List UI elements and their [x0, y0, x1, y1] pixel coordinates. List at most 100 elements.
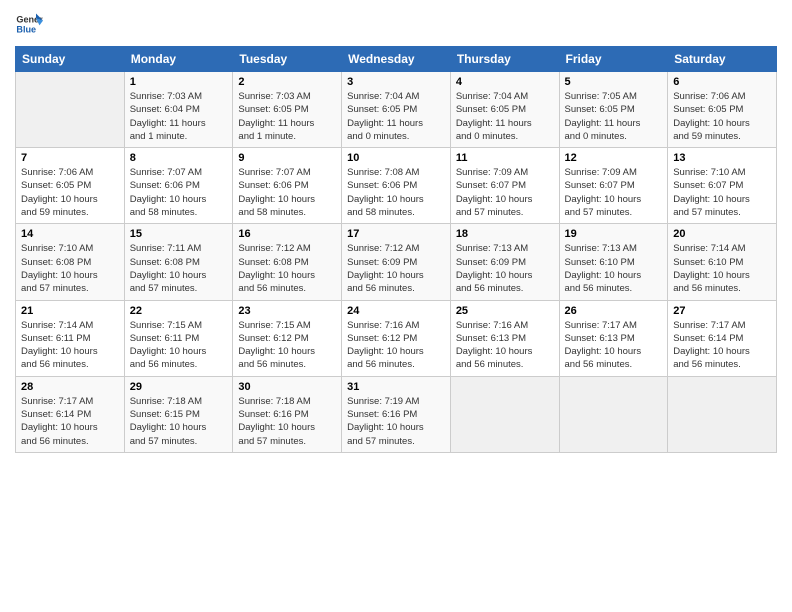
day-detail: Sunrise: 7:12 AMSunset: 6:09 PMDaylight:…	[347, 242, 445, 295]
day-number: 15	[130, 228, 228, 240]
day-number: 10	[347, 152, 445, 164]
calendar-cell: 14Sunrise: 7:10 AMSunset: 6:08 PMDayligh…	[16, 224, 125, 300]
day-number: 20	[673, 228, 771, 240]
day-detail: Sunrise: 7:13 AMSunset: 6:09 PMDaylight:…	[456, 242, 554, 295]
calendar-cell: 21Sunrise: 7:14 AMSunset: 6:11 PMDayligh…	[16, 300, 125, 376]
day-number: 5	[565, 76, 663, 88]
day-detail: Sunrise: 7:15 AMSunset: 6:11 PMDaylight:…	[130, 319, 228, 372]
calendar-cell: 29 Sunrise: 7:18 AMSunset: 6:15 PMDayligh…	[124, 376, 233, 452]
calendar-cell	[559, 376, 668, 452]
week-row-4: 21Sunrise: 7:14 AMSunset: 6:11 PMDayligh…	[16, 300, 777, 376]
calendar-cell: 1Sunrise: 7:03 AMSunset: 6:04 PMDaylight…	[124, 72, 233, 148]
day-number: 22	[130, 305, 228, 317]
calendar-cell: 20 Sunrise: 7:14 AMSunset: 6:10 PMDayligh…	[668, 224, 777, 300]
day-detail: Sunrise: 7:03 AMSunset: 6:05 PMDaylight:…	[238, 90, 336, 143]
day-number: 21	[21, 305, 119, 317]
calendar-cell: 30 Sunrise: 7:18 AMSunset: 6:16 PMDayligh…	[233, 376, 342, 452]
day-detail: Sunrise: 7:15 AMSunset: 6:12 PMDaylight:…	[238, 319, 336, 372]
calendar-cell: 23 Sunrise: 7:15 AMSunset: 6:12 PMDayligh…	[233, 300, 342, 376]
calendar-cell: 27Sunrise: 7:17 AMSunset: 6:14 PMDayligh…	[668, 300, 777, 376]
day-detail: Sunrise: 7:18 AMSunset: 6:16 PMDaylight:…	[238, 395, 336, 448]
calendar-cell: 12 Sunrise: 7:09 AMSunset: 6:07 PMDayligh…	[559, 148, 668, 224]
day-detail: Sunrise: 7:13 AMSunset: 6:10 PMDaylight:…	[565, 242, 663, 295]
day-header-monday: Monday	[124, 47, 233, 72]
calendar-table: SundayMondayTuesdayWednesdayThursdayFrid…	[15, 46, 777, 453]
day-detail: Sunrise: 7:10 AMSunset: 6:07 PMDaylight:…	[673, 166, 771, 219]
calendar-cell: 28 Sunrise: 7:17 AMSunset: 6:14 PMDayligh…	[16, 376, 125, 452]
day-detail: Sunrise: 7:16 AMSunset: 6:13 PMDaylight:…	[456, 319, 554, 372]
calendar-cell: 31Sunrise: 7:19 AMSunset: 6:16 PMDayligh…	[342, 376, 451, 452]
day-number: 23	[238, 305, 336, 317]
calendar-cell: 15Sunrise: 7:11 AMSunset: 6:08 PMDayligh…	[124, 224, 233, 300]
day-detail: Sunrise: 7:17 AMSunset: 6:14 PMDaylight:…	[673, 319, 771, 372]
calendar-cell: 24 Sunrise: 7:16 AMSunset: 6:12 PMDayligh…	[342, 300, 451, 376]
day-detail: Sunrise: 7:10 AMSunset: 6:08 PMDaylight:…	[21, 242, 119, 295]
day-detail: Sunrise: 7:17 AMSunset: 6:13 PMDaylight:…	[565, 319, 663, 372]
day-number: 16	[238, 228, 336, 240]
calendar-cell	[16, 72, 125, 148]
calendar-cell: 2 Sunrise: 7:03 AMSunset: 6:05 PMDaylight…	[233, 72, 342, 148]
day-number: 28	[21, 381, 119, 393]
page: General Blue SundayMondayTuesdayWednesda…	[0, 0, 792, 612]
day-detail: Sunrise: 7:18 AMSunset: 6:15 PMDaylight:…	[130, 395, 228, 448]
day-number: 8	[130, 152, 228, 164]
calendar-cell: 3 Sunrise: 7:04 AMSunset: 6:05 PMDaylight…	[342, 72, 451, 148]
logo: General Blue	[15, 10, 43, 38]
week-row-2: 7Sunrise: 7:06 AMSunset: 6:05 PMDaylight…	[16, 148, 777, 224]
day-number: 12	[565, 152, 663, 164]
day-detail: Sunrise: 7:17 AMSunset: 6:14 PMDaylight:…	[21, 395, 119, 448]
day-number: 26	[565, 305, 663, 317]
day-header-tuesday: Tuesday	[233, 47, 342, 72]
day-detail: Sunrise: 7:09 AMSunset: 6:07 PMDaylight:…	[565, 166, 663, 219]
day-number: 29	[130, 381, 228, 393]
calendar-cell: 9Sunrise: 7:07 AMSunset: 6:06 PMDaylight…	[233, 148, 342, 224]
day-number: 1	[130, 76, 228, 88]
calendar-cell: 16 Sunrise: 7:12 AMSunset: 6:08 PMDayligh…	[233, 224, 342, 300]
day-number: 24	[347, 305, 445, 317]
calendar-cell	[668, 376, 777, 452]
day-number: 30	[238, 381, 336, 393]
day-detail: Sunrise: 7:04 AMSunset: 6:05 PMDaylight:…	[456, 90, 554, 143]
day-detail: Sunrise: 7:14 AMSunset: 6:10 PMDaylight:…	[673, 242, 771, 295]
calendar-cell: 7Sunrise: 7:06 AMSunset: 6:05 PMDaylight…	[16, 148, 125, 224]
week-row-5: 28 Sunrise: 7:17 AMSunset: 6:14 PMDayligh…	[16, 376, 777, 452]
calendar-cell	[450, 376, 559, 452]
week-row-1: 1Sunrise: 7:03 AMSunset: 6:04 PMDaylight…	[16, 72, 777, 148]
day-number: 3	[347, 76, 445, 88]
calendar-cell: 13 Sunrise: 7:10 AMSunset: 6:07 PMDayligh…	[668, 148, 777, 224]
calendar-cell: 6 Sunrise: 7:06 AMSunset: 6:05 PMDaylight…	[668, 72, 777, 148]
day-detail: Sunrise: 7:08 AMSunset: 6:06 PMDaylight:…	[347, 166, 445, 219]
logo-icon: General Blue	[15, 10, 43, 38]
day-detail: Sunrise: 7:04 AMSunset: 6:05 PMDaylight:…	[347, 90, 445, 143]
calendar-cell: 17Sunrise: 7:12 AMSunset: 6:09 PMDayligh…	[342, 224, 451, 300]
day-number: 6	[673, 76, 771, 88]
calendar-cell: 19 Sunrise: 7:13 AMSunset: 6:10 PMDayligh…	[559, 224, 668, 300]
day-detail: Sunrise: 7:12 AMSunset: 6:08 PMDaylight:…	[238, 242, 336, 295]
day-number: 4	[456, 76, 554, 88]
header: General Blue	[15, 10, 777, 38]
day-header-wednesday: Wednesday	[342, 47, 451, 72]
day-detail: Sunrise: 7:09 AMSunset: 6:07 PMDaylight:…	[456, 166, 554, 219]
day-detail: Sunrise: 7:07 AMSunset: 6:06 PMDaylight:…	[130, 166, 228, 219]
calendar-cell: 10 Sunrise: 7:08 AMSunset: 6:06 PMDayligh…	[342, 148, 451, 224]
calendar-cell: 5Sunrise: 7:05 AMSunset: 6:05 PMDaylight…	[559, 72, 668, 148]
day-header-saturday: Saturday	[668, 47, 777, 72]
day-number: 7	[21, 152, 119, 164]
header-row: SundayMondayTuesdayWednesdayThursdayFrid…	[16, 47, 777, 72]
day-number: 11	[456, 152, 554, 164]
day-number: 19	[565, 228, 663, 240]
calendar-cell: 26 Sunrise: 7:17 AMSunset: 6:13 PMDayligh…	[559, 300, 668, 376]
calendar-cell: 22 Sunrise: 7:15 AMSunset: 6:11 PMDayligh…	[124, 300, 233, 376]
day-number: 13	[673, 152, 771, 164]
week-row-3: 14Sunrise: 7:10 AMSunset: 6:08 PMDayligh…	[16, 224, 777, 300]
day-header-friday: Friday	[559, 47, 668, 72]
day-detail: Sunrise: 7:06 AMSunset: 6:05 PMDaylight:…	[673, 90, 771, 143]
day-number: 18	[456, 228, 554, 240]
day-number: 31	[347, 381, 445, 393]
day-header-thursday: Thursday	[450, 47, 559, 72]
calendar-cell: 11 Sunrise: 7:09 AMSunset: 6:07 PMDayligh…	[450, 148, 559, 224]
day-detail: Sunrise: 7:16 AMSunset: 6:12 PMDaylight:…	[347, 319, 445, 372]
day-number: 25	[456, 305, 554, 317]
calendar-cell: 8 Sunrise: 7:07 AMSunset: 6:06 PMDaylight…	[124, 148, 233, 224]
day-number: 2	[238, 76, 336, 88]
